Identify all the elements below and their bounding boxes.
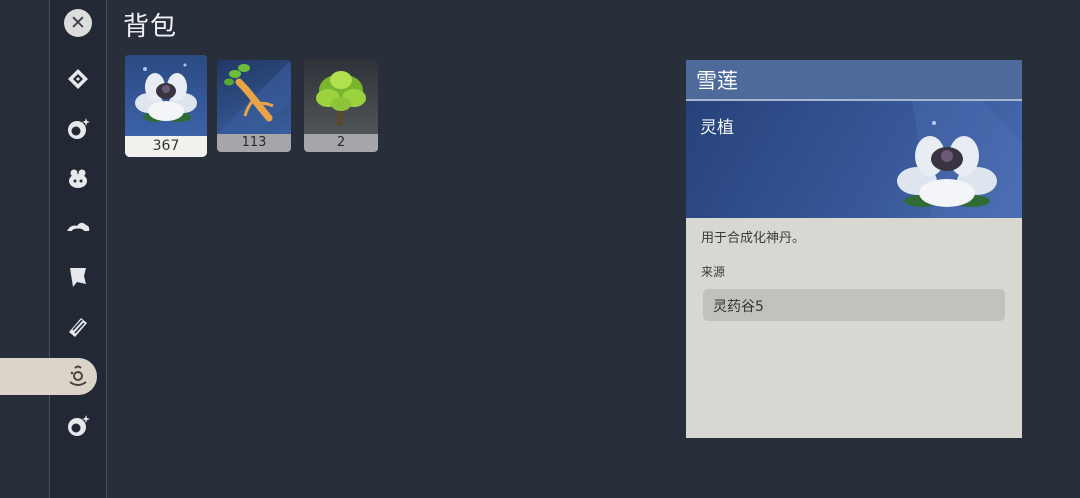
item-count: 113 <box>217 134 291 152</box>
page-title: 背包 <box>123 12 178 42</box>
sidebar-item-orb-2[interactable] <box>62 410 94 442</box>
spirit-beast-icon <box>69 169 87 188</box>
diamond-icon <box>68 69 88 89</box>
item-detail-header: 雪莲 <box>686 60 1022 101</box>
source-label: 来源 <box>701 265 726 279</box>
item-count: 367 <box>125 136 207 157</box>
inventory-slot-snow-lotus[interactable]: 367 <box>125 55 207 157</box>
item-detail-banner: 灵植 <box>686 101 1022 218</box>
flag-icon <box>70 268 86 287</box>
sidebar-item-cloud[interactable] <box>62 211 94 243</box>
item-description: 用于合成化神丹。 <box>701 231 806 246</box>
close-button[interactable]: ✕ <box>64 9 92 37</box>
item-detail-panel: 雪莲 灵植 用于合成化神丹。 来源 灵药谷5 <box>686 60 1022 438</box>
sidebar-item-flag[interactable] <box>62 261 94 293</box>
sidebar-item-treasure[interactable] <box>62 361 94 393</box>
inventory-slot-green-herb[interactable]: 2 <box>304 60 378 152</box>
item-type: 灵植 <box>700 118 734 138</box>
scroll-icon <box>69 318 87 337</box>
sparkle-orb-icon <box>68 118 90 139</box>
snow-lotus-image <box>125 55 207 136</box>
inventory-slot-ginseng-root[interactable]: 113 <box>217 60 291 152</box>
snow-lotus-large-image <box>872 101 1022 218</box>
item-count: 2 <box>304 134 378 152</box>
sparkle-orb-icon <box>68 415 90 436</box>
treasure-icon <box>69 365 87 386</box>
sidebar-item-beast[interactable] <box>62 162 94 194</box>
sidebar-item-orb[interactable] <box>62 113 94 145</box>
cloud-icon <box>67 222 90 234</box>
source-location-text: 灵药谷5 <box>713 299 764 315</box>
green-herb-image <box>304 60 378 134</box>
sidebar-item-scroll[interactable] <box>62 311 94 343</box>
close-icon: ✕ <box>70 11 86 34</box>
ginseng-root-image <box>217 60 291 134</box>
source-location-button[interactable]: 灵药谷5 <box>703 289 1005 321</box>
sidebar-item-diamond[interactable] <box>62 63 94 95</box>
item-name: 雪莲 <box>696 69 738 93</box>
